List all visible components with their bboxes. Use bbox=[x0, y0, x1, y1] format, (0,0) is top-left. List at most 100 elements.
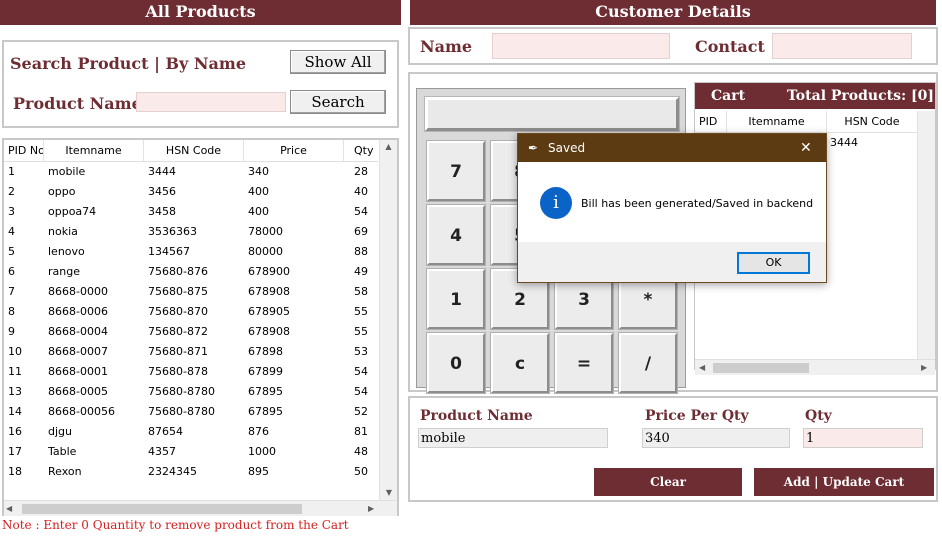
table-cell: 67898 bbox=[248, 345, 283, 358]
scroll-right-arrow[interactable]: ▶ bbox=[368, 501, 374, 517]
calc-key[interactable]: = bbox=[555, 333, 613, 393]
table-cell: Table bbox=[48, 445, 77, 458]
column-header-qty[interactable]: Qty bbox=[344, 140, 378, 161]
table-cell: djgu bbox=[48, 425, 72, 438]
table-cell: 80000 bbox=[248, 245, 283, 258]
table-row[interactable]: 2 oppo 3456 400 40 bbox=[4, 182, 378, 202]
cart-column-itemname[interactable]: Itemname bbox=[727, 111, 827, 132]
calculator-display[interactable] bbox=[425, 97, 679, 131]
cart-column-hsn[interactable]: HSN Code bbox=[827, 111, 917, 132]
table-row[interactable]: 10 8668-0007 75680-871 67898 53 bbox=[4, 342, 378, 362]
table-cell: 6 bbox=[8, 265, 15, 278]
search-input[interactable] bbox=[136, 92, 286, 112]
table-cell: 75680-870 bbox=[148, 305, 208, 318]
calc-key[interactable]: 7 bbox=[427, 141, 485, 201]
search-button[interactable]: Search bbox=[290, 90, 386, 114]
table-cell: 9 bbox=[8, 325, 15, 338]
table-row[interactable]: 5 lenovo 134567 80000 88 bbox=[4, 242, 378, 262]
table-row[interactable]: 14 8668-00056 75680-8780 67895 52 bbox=[4, 402, 378, 422]
add-update-cart-button[interactable]: Add | Update Cart bbox=[754, 468, 934, 496]
table-cell: mobile bbox=[48, 165, 86, 178]
table-row[interactable]: 16 djgu 87654 876 81 bbox=[4, 422, 378, 442]
show-all-button[interactable]: Show All bbox=[290, 50, 386, 74]
column-header-hsn[interactable]: HSN Code bbox=[144, 140, 244, 161]
table-cell: 8668-0005 bbox=[48, 385, 108, 398]
table-cell: 3536363 bbox=[148, 225, 197, 238]
table-row[interactable]: 8 8668-0006 75680-870 678905 55 bbox=[4, 302, 378, 322]
table-cell: 54 bbox=[354, 385, 368, 398]
form-qty-input[interactable] bbox=[803, 428, 923, 448]
customer-contact-input[interactable] bbox=[772, 33, 912, 59]
calc-key[interactable]: / bbox=[619, 333, 677, 393]
cart-scroll-left-arrow[interactable]: ◀ bbox=[699, 360, 705, 376]
products-horizontal-scrollbar[interactable]: ◀ ▶ bbox=[4, 500, 397, 516]
cart-horizontal-thumb[interactable] bbox=[713, 363, 809, 373]
products-table-frame: PID No Itemname HSN Code Price Qty 1 mobi… bbox=[2, 138, 399, 516]
horizontal-scroll-thumb[interactable] bbox=[22, 504, 302, 514]
feather-icon: ✒ bbox=[528, 141, 539, 155]
table-row[interactable]: 6 range 75680-876 678900 49 bbox=[4, 262, 378, 282]
dialog-title: Saved bbox=[548, 141, 586, 155]
table-cell: 69 bbox=[354, 225, 368, 238]
table-cell: 11 bbox=[8, 365, 22, 378]
ok-button[interactable]: OK bbox=[737, 252, 810, 274]
table-cell: Rexon bbox=[48, 465, 82, 478]
info-icon-glyph: i bbox=[553, 192, 559, 213]
table-cell: 48 bbox=[354, 445, 368, 458]
search-frame: Search Product | By Name Show All Produc… bbox=[2, 40, 399, 128]
table-cell: 678905 bbox=[248, 305, 290, 318]
calc-key[interactable]: c bbox=[491, 333, 549, 393]
close-icon[interactable]: ✕ bbox=[800, 134, 812, 162]
column-header-itemname[interactable]: Itemname bbox=[44, 140, 144, 161]
scroll-down-arrow[interactable]: ▼ bbox=[380, 486, 398, 500]
table-cell: 75680-878 bbox=[148, 365, 208, 378]
table-cell: 55 bbox=[354, 305, 368, 318]
scroll-left-arrow[interactable]: ◀ bbox=[6, 501, 12, 517]
table-row[interactable]: 17 Table 4357 1000 48 bbox=[4, 442, 378, 462]
form-product-name-input[interactable] bbox=[418, 428, 608, 448]
table-cell: 4357 bbox=[148, 445, 176, 458]
table-cell: 678900 bbox=[248, 265, 290, 278]
table-cell: 8668-0004 bbox=[48, 325, 108, 338]
table-row[interactable]: 13 8668-0005 75680-8780 67895 54 bbox=[4, 382, 378, 402]
customer-frame: Name Contact bbox=[408, 27, 938, 65]
table-cell: 13 bbox=[8, 385, 22, 398]
table-row[interactable]: 1 mobile 3444 340 28 bbox=[4, 162, 378, 182]
table-row[interactable]: 3 oppoa74 3458 400 54 bbox=[4, 202, 378, 222]
form-price-input[interactable] bbox=[642, 428, 790, 448]
table-cell: 876 bbox=[248, 425, 269, 438]
table-row[interactable]: 18 Rexon 2324345 895 50 bbox=[4, 462, 378, 482]
note-text: Note : Enter 0 Quantity to remove produc… bbox=[2, 518, 349, 532]
calc-key[interactable]: 1 bbox=[427, 269, 485, 329]
table-row[interactable]: 9 8668-0004 75680-872 678908 55 bbox=[4, 322, 378, 342]
cart-vertical-scrollbar[interactable] bbox=[917, 111, 935, 359]
customer-name-input[interactable] bbox=[492, 33, 670, 59]
column-header-pid[interactable]: PID No bbox=[4, 140, 44, 161]
cart-table-header: PID Itemname HSN Code bbox=[695, 111, 917, 133]
form-price-label: Price Per Qty bbox=[645, 408, 749, 424]
table-cell: 67899 bbox=[248, 365, 283, 378]
table-cell: 7 bbox=[8, 285, 15, 298]
table-cell: 8668-0006 bbox=[48, 305, 108, 318]
table-cell: 3 bbox=[8, 205, 15, 218]
cart-column-pid[interactable]: PID bbox=[695, 111, 727, 132]
products-vertical-scrollbar[interactable]: ▲ ▼ bbox=[379, 140, 397, 500]
table-cell: nokia bbox=[48, 225, 78, 238]
cart-scroll-right-arrow[interactable]: ▶ bbox=[921, 360, 927, 376]
table-row[interactable]: 7 8668-0000 75680-875 678908 58 bbox=[4, 282, 378, 302]
column-header-price[interactable]: Price bbox=[244, 140, 344, 161]
table-cell: oppo bbox=[48, 185, 76, 198]
dialog-titlebar[interactable]: ✒ Saved ✕ bbox=[518, 134, 826, 162]
dialog-footer: OK bbox=[518, 242, 826, 282]
cart-horizontal-scrollbar[interactable]: ◀ ▶ bbox=[695, 359, 935, 375]
table-row[interactable]: 4 nokia 3536363 78000 69 bbox=[4, 222, 378, 242]
form-product-name-label: Product Name bbox=[420, 408, 533, 424]
calc-key[interactable]: 4 bbox=[427, 205, 485, 265]
table-cell: 40 bbox=[354, 185, 368, 198]
calc-key[interactable]: 0 bbox=[427, 333, 485, 393]
table-cell: 10 bbox=[8, 345, 22, 358]
table-cell: 1000 bbox=[248, 445, 276, 458]
clear-button[interactable]: Clear bbox=[594, 468, 742, 496]
scroll-up-arrow[interactable]: ▲ bbox=[380, 140, 397, 154]
table-row[interactable]: 11 8668-0001 75680-878 67899 54 bbox=[4, 362, 378, 382]
